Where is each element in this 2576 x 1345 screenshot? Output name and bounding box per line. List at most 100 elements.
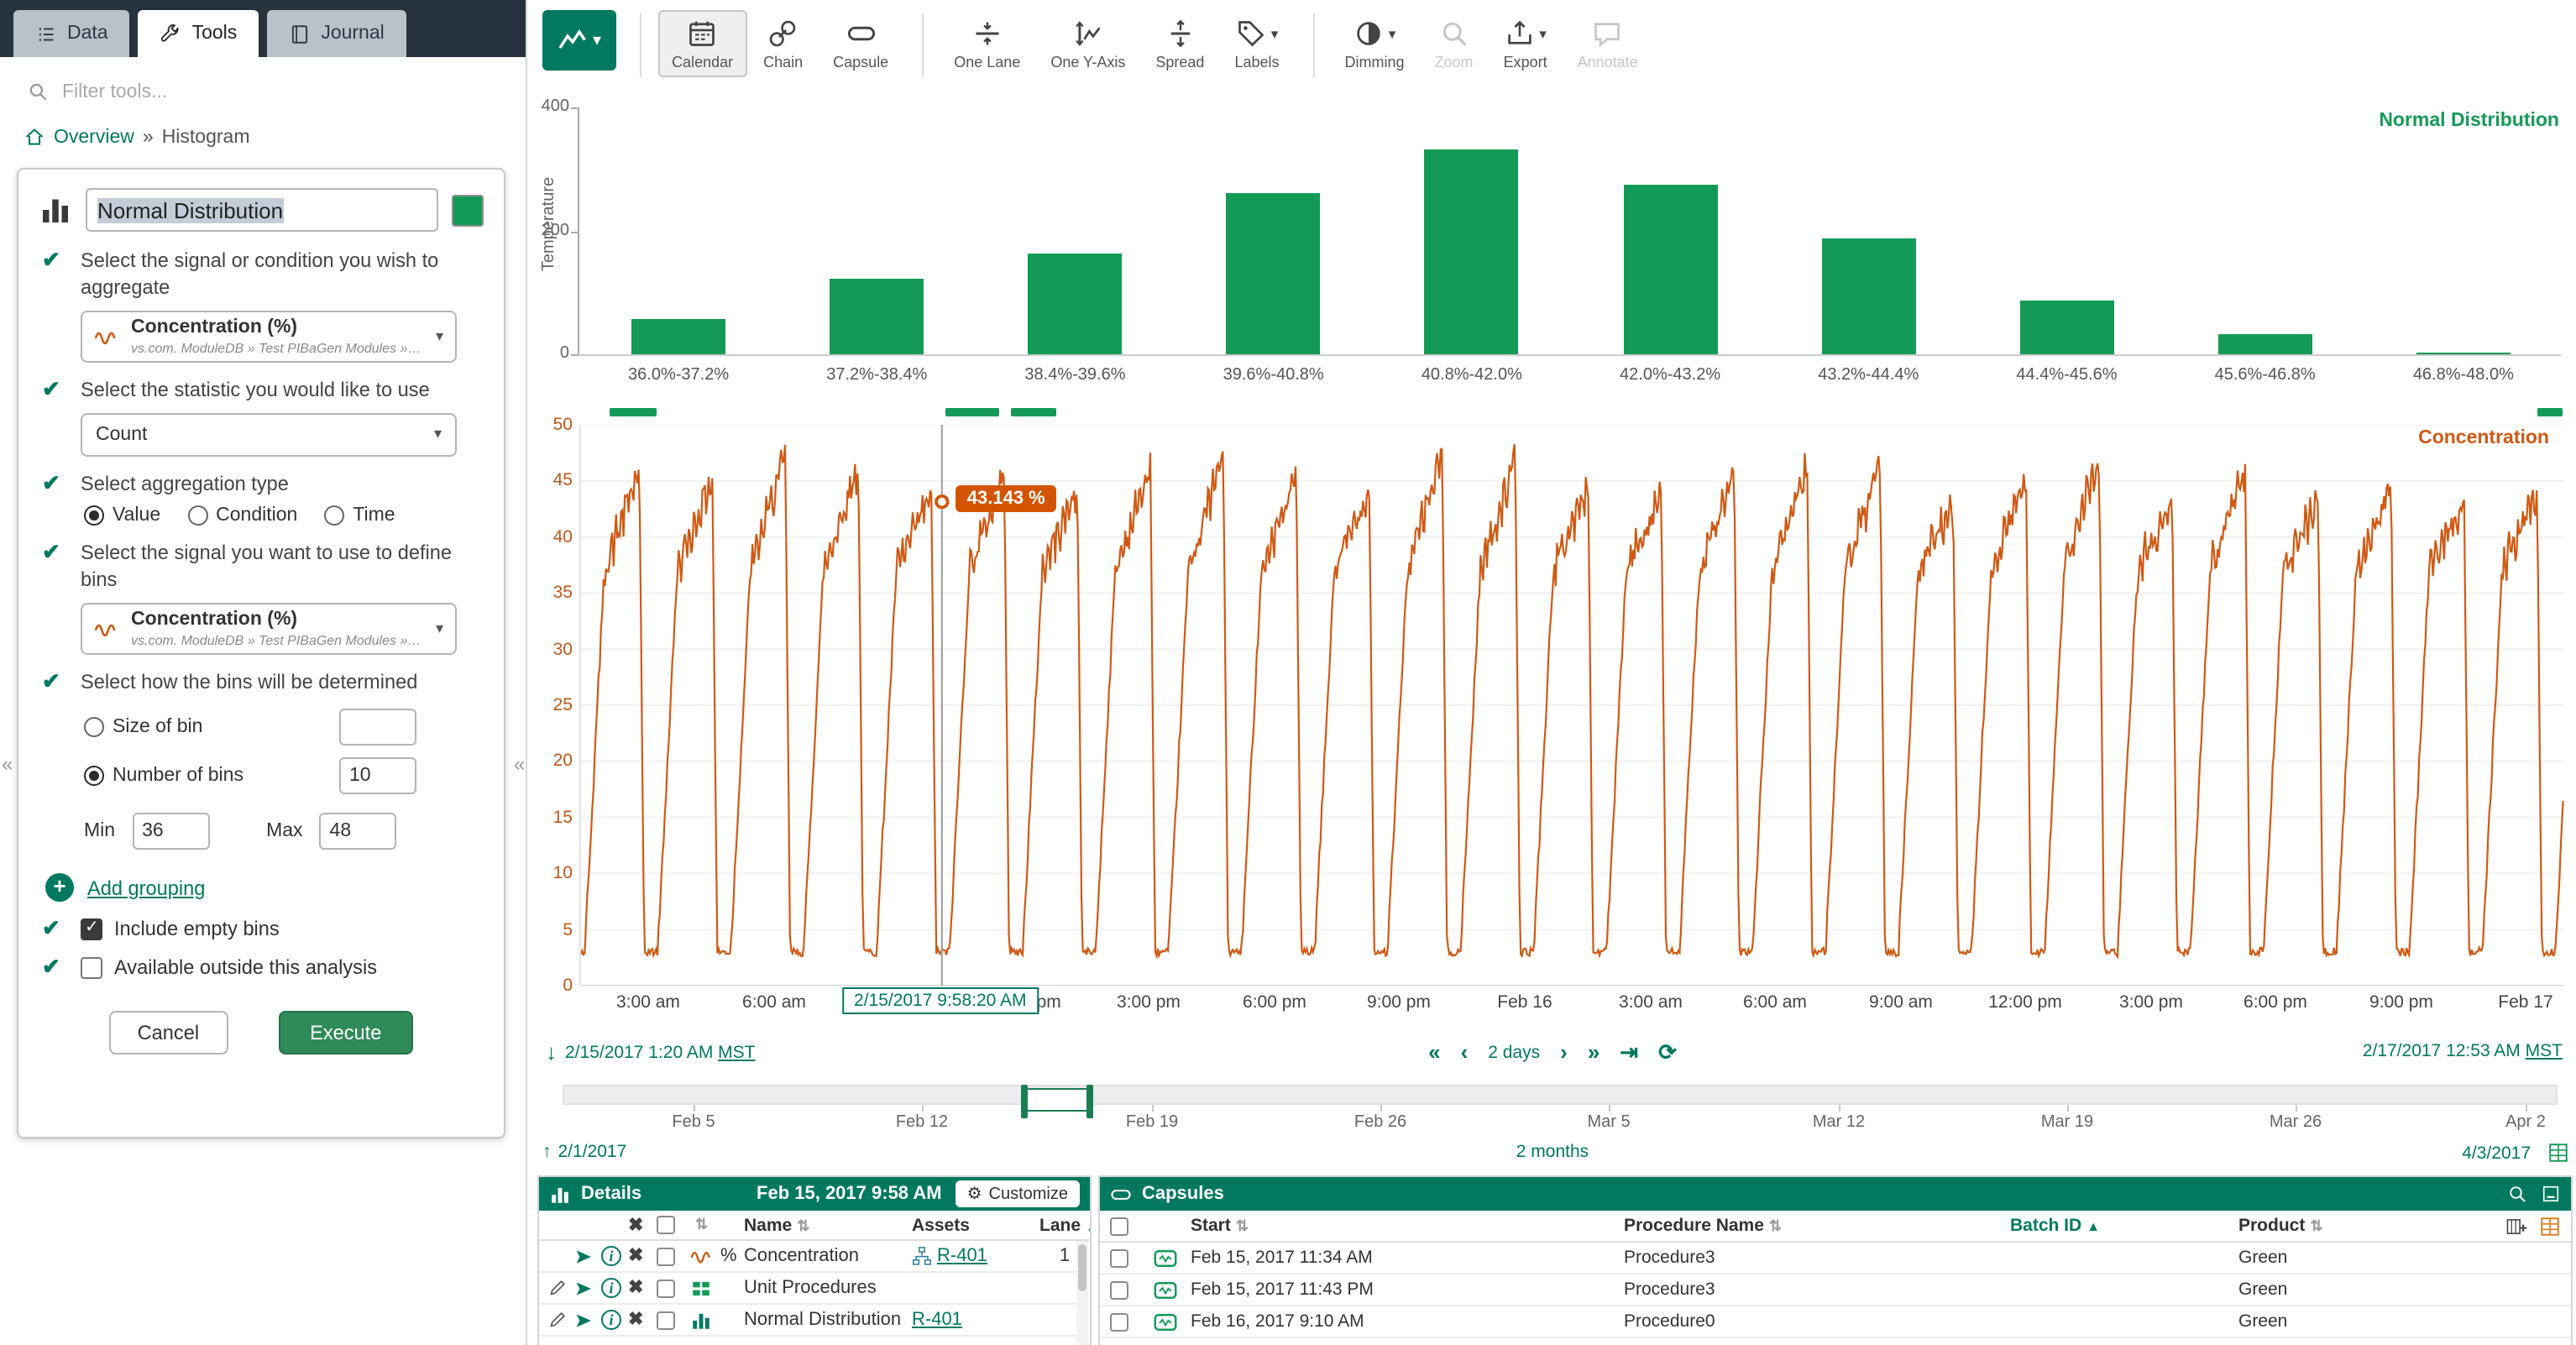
row-checkbox[interactable]	[1110, 1248, 1128, 1267]
radio-size-of-bin[interactable]: Size of bin	[84, 717, 279, 737]
aggregate-signal-select[interactable]: Concentration (%) vs.com. ModuleDB » Tes…	[81, 311, 457, 363]
step-to-end-icon[interactable]: ⇥	[1620, 1041, 1638, 1065]
toolbar-dimming-button[interactable]: ▾ Dimming	[1332, 10, 1418, 77]
capsule-properties-icon[interactable]	[2539, 1215, 2561, 1237]
trend-chart[interactable]: Concentration43.143 %	[579, 425, 2563, 986]
tab-tools[interactable]: Tools	[139, 10, 259, 57]
capsule-segment[interactable]	[945, 408, 999, 416]
color-swatch-button[interactable]	[452, 194, 484, 226]
product-column-header[interactable]: Product⇅	[2238, 1216, 2474, 1236]
toolbar-calendar-button[interactable]: Calendar	[658, 10, 746, 77]
item-name[interactable]: Normal Distribution	[744, 1310, 912, 1330]
bins-signal-select[interactable]: Concentration (%) vs.com. ModuleDB » Tes…	[81, 604, 457, 656]
breadcrumb-overview[interactable]: Overview	[54, 127, 134, 147]
row-checkbox[interactable]	[657, 1279, 675, 1297]
timebar-start[interactable]: ↑2/1/2017	[542, 1142, 626, 1162]
tool-name-input[interactable]: Normal Distribution	[86, 188, 438, 232]
include-empty-bins[interactable]: Include empty bins	[81, 917, 280, 940]
procedure-column-header[interactable]: Procedure Name⇅	[1624, 1216, 2010, 1236]
minimize-panel-icon[interactable]	[2541, 1184, 2561, 1204]
timebar-end[interactable]: 4/3/2017	[2462, 1143, 2531, 1163]
display-range-end[interactable]: 2/17/2017 12:53 AM MST	[2363, 1041, 2563, 1061]
available-outside[interactable]: Available outside this analysis	[81, 956, 377, 980]
duration-label[interactable]: 2 days	[1488, 1043, 1540, 1063]
item-name[interactable]: Unit Procedures	[744, 1278, 912, 1298]
selection-left-handle[interactable]	[1021, 1085, 1028, 1118]
available-checkbox[interactable]	[81, 957, 102, 979]
collapse-left-handle[interactable]: «	[2, 752, 13, 776]
radio-time[interactable]: Time	[324, 506, 395, 526]
remove-icon[interactable]: ✖	[628, 1280, 657, 1296]
step-forward-icon[interactable]: ›	[1560, 1041, 1568, 1065]
histogram-bar[interactable]	[830, 279, 924, 354]
toolbar-export-button[interactable]: ▾ Export	[1490, 10, 1561, 77]
toolbar-capsule-button[interactable]: Capsule	[819, 10, 902, 77]
select-all-checkbox[interactable]	[657, 1216, 675, 1234]
capsule-segment[interactable]	[610, 408, 657, 416]
histogram-bar[interactable]	[1821, 238, 1915, 354]
navigate-icon[interactable]	[574, 1311, 601, 1329]
row-checkbox[interactable]	[657, 1247, 675, 1265]
toolbar-labels-button[interactable]: ▾ Labels	[1221, 10, 1292, 77]
details-row[interactable]: i ✖ Normal Distribution R-401	[539, 1305, 1090, 1337]
sort-icon[interactable]: ⇅	[695, 1216, 720, 1234]
remove-icon[interactable]: ✖	[628, 1248, 657, 1264]
timebar-range[interactable]: 2 months	[1516, 1142, 1589, 1162]
edit-icon[interactable]	[547, 1310, 574, 1330]
timebar-grid-icon[interactable]	[2547, 1142, 2569, 1164]
add-grouping[interactable]: + Add grouping	[45, 873, 484, 902]
navigate-icon[interactable]	[574, 1247, 601, 1265]
add-column-icon[interactable]	[2505, 1215, 2527, 1237]
include-empty-checkbox[interactable]	[81, 918, 102, 939]
execute-button[interactable]: Execute	[278, 1010, 413, 1054]
info-icon[interactable]: i	[601, 1246, 621, 1266]
selection-right-handle[interactable]	[1086, 1085, 1093, 1118]
capsule-row[interactable]: Feb 16, 2017 9:10 AM Procedure0 Green	[1100, 1306, 2571, 1338]
step-forward-fast-icon[interactable]: »	[1588, 1041, 1600, 1065]
radio-number-of-bins[interactable]: Number of bins	[84, 766, 279, 786]
item-name[interactable]: Concentration	[744, 1246, 912, 1266]
radio-value[interactable]: Value	[84, 506, 160, 526]
collapse-sidebar-handle[interactable]: «	[514, 752, 525, 776]
assets-column-header[interactable]: Assets	[912, 1215, 1039, 1235]
trend-y-axis[interactable]: 05101520253035404550	[532, 425, 576, 986]
asset-link[interactable]: R-401	[937, 1246, 987, 1266]
cancel-button[interactable]: Cancel	[109, 1010, 228, 1054]
details-row[interactable]: i ✖ % Concentration R-401 1	[539, 1241, 1090, 1273]
histogram-bar[interactable]	[1425, 150, 1519, 354]
radio-condition[interactable]: Condition	[187, 506, 297, 526]
display-range-start[interactable]: ↓2/15/2017 1:20 AM MST	[546, 1041, 756, 1065]
customize-button[interactable]: ⚙Customize	[956, 1180, 1080, 1207]
step-back-icon[interactable]: ‹	[1461, 1041, 1469, 1065]
tab-data[interactable]: Data	[13, 10, 130, 57]
toolbar-trend-view-button[interactable]: ▾	[542, 10, 616, 71]
details-scrollbar[interactable]	[1076, 1241, 1088, 1345]
toolbar-chain-button[interactable]: Chain	[750, 10, 816, 77]
batch-column-header[interactable]: Batch ID▲	[2010, 1216, 2238, 1236]
max-input[interactable]	[320, 813, 397, 850]
histogram-bar[interactable]	[2020, 300, 2114, 354]
navigate-icon[interactable]	[574, 1279, 601, 1297]
refresh-icon[interactable]: ⟳	[1658, 1041, 1677, 1065]
toolbar-one-lane-button[interactable]: One Lane	[940, 10, 1034, 77]
histogram-bar[interactable]	[1029, 254, 1123, 354]
histogram-legend[interactable]: Normal Distribution	[2379, 111, 2559, 131]
remove-all-icon[interactable]: ✖	[628, 1217, 657, 1233]
histogram-bar[interactable]	[1227, 192, 1321, 354]
capsule-segment[interactable]	[1011, 408, 1056, 416]
edit-icon[interactable]	[547, 1278, 574, 1298]
lane-column-header[interactable]: Lane▲	[1039, 1215, 1090, 1235]
histogram-bar[interactable]	[2416, 352, 2511, 354]
histogram-bar[interactable]	[631, 318, 725, 354]
zoom-capsules-icon[interactable]	[2507, 1184, 2527, 1204]
info-icon[interactable]: i	[601, 1310, 621, 1330]
timebar-track[interactable]	[563, 1085, 2558, 1105]
select-all-checkbox[interactable]	[1110, 1217, 1128, 1235]
name-column-header[interactable]: Name⇅	[744, 1215, 912, 1235]
timebar-selection[interactable]	[1024, 1088, 1090, 1112]
start-column-header[interactable]: Start⇅	[1191, 1216, 1624, 1236]
number-of-bins-input[interactable]	[339, 757, 416, 794]
details-row[interactable]: i ✖ Unit Procedures	[539, 1273, 1090, 1305]
trend-legend[interactable]: Concentration	[2418, 428, 2549, 448]
statistic-select[interactable]: Count ▾	[81, 412, 457, 456]
